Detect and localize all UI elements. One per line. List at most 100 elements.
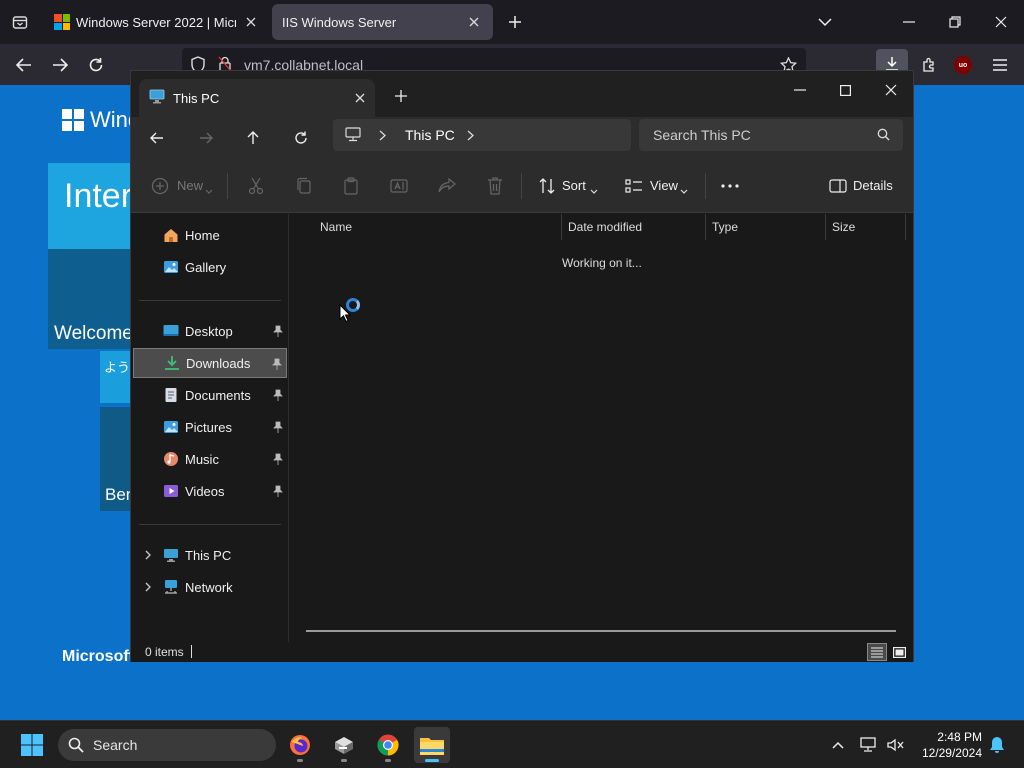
up-icon[interactable] bbox=[240, 125, 266, 151]
view-icon[interactable] bbox=[623, 175, 645, 197]
ublock-origin-icon[interactable]: uo bbox=[954, 56, 972, 74]
chevron-right-icon[interactable] bbox=[379, 129, 386, 144]
windows-start-icon bbox=[21, 734, 43, 756]
firefox-taskbar-button[interactable] bbox=[282, 727, 318, 763]
close-icon[interactable] bbox=[878, 77, 904, 103]
chevron-right-icon[interactable] bbox=[143, 549, 153, 561]
search-label: Search bbox=[93, 737, 138, 753]
sidebar-item-music[interactable]: Music bbox=[133, 444, 287, 474]
browser-tab-windows-server[interactable]: Windows Server 2022 | Microsoft bbox=[44, 4, 270, 40]
restore-icon[interactable] bbox=[943, 10, 967, 34]
column-header-date-modified[interactable]: Date modified bbox=[562, 214, 706, 240]
browser-tab-iis[interactable]: IIS Windows Server bbox=[272, 4, 493, 40]
sidebar-item-videos[interactable]: Videos bbox=[133, 476, 287, 506]
column-header-type[interactable]: Type bbox=[706, 214, 826, 240]
menu-icon[interactable] bbox=[987, 52, 1013, 78]
large-icons-view-icon[interactable] bbox=[889, 643, 909, 661]
taskbar: Search 2:48 PM 12/29/2024 bbox=[0, 720, 1024, 768]
search-input[interactable]: Search This PC bbox=[639, 119, 903, 151]
sidebar-item-label: Network bbox=[185, 579, 233, 595]
share-icon[interactable] bbox=[436, 175, 458, 197]
search-icon[interactable] bbox=[877, 128, 890, 144]
refresh-icon[interactable] bbox=[288, 125, 314, 151]
minimize-icon[interactable] bbox=[897, 10, 921, 34]
chrome-taskbar-button[interactable] bbox=[370, 727, 406, 763]
back-icon[interactable] bbox=[11, 52, 37, 78]
chevron-up-icon[interactable] bbox=[827, 734, 849, 756]
new-button[interactable]: New bbox=[177, 178, 203, 193]
close-icon[interactable] bbox=[989, 10, 1013, 34]
column-label: Date modified bbox=[568, 220, 643, 234]
separator bbox=[521, 173, 522, 199]
column-header-size[interactable]: Size bbox=[826, 214, 906, 240]
taskbar-search-box[interactable]: Search bbox=[58, 729, 276, 761]
chevron-right-icon[interactable] bbox=[467, 129, 474, 144]
reload-icon[interactable] bbox=[83, 52, 109, 78]
sidebar-item-gallery[interactable]: Gallery bbox=[133, 252, 287, 282]
volume-muted-icon[interactable] bbox=[884, 734, 906, 756]
close-tab-icon[interactable] bbox=[465, 13, 483, 31]
pictures-icon bbox=[163, 419, 179, 435]
breadcrumb[interactable]: This PC bbox=[405, 127, 455, 143]
tab-title: IIS Windows Server bbox=[282, 14, 397, 30]
monitor-icon bbox=[149, 89, 165, 107]
close-tab-icon[interactable] bbox=[242, 13, 260, 31]
server-manager-icon bbox=[335, 737, 353, 754]
file-list: Name Date modified Type Size Working on … bbox=[290, 214, 913, 642]
details-button[interactable]: Details bbox=[853, 178, 893, 193]
server-manager-taskbar-button[interactable] bbox=[326, 727, 362, 763]
horizontal-scrollbar[interactable] bbox=[306, 630, 896, 632]
extensions-icon[interactable] bbox=[916, 52, 942, 78]
sidebar-item-home[interactable]: Home bbox=[133, 220, 287, 250]
rename-icon[interactable] bbox=[388, 175, 410, 197]
pin-icon[interactable] bbox=[273, 389, 283, 401]
new-tab-button[interactable] bbox=[503, 10, 527, 34]
sidebar-item-desktop[interactable]: Desktop bbox=[133, 316, 287, 346]
chevron-right-icon[interactable] bbox=[143, 581, 153, 593]
chevron-down-icon bbox=[590, 182, 598, 197]
network-status-icon[interactable] bbox=[858, 734, 880, 756]
list-all-tabs-icon[interactable] bbox=[813, 10, 837, 34]
system-clock[interactable]: 2:48 PM 12/29/2024 bbox=[912, 729, 982, 761]
pin-icon[interactable] bbox=[273, 325, 283, 337]
pin-icon[interactable] bbox=[273, 485, 283, 497]
more-options-icon[interactable] bbox=[719, 175, 741, 197]
sidebar-item-pictures[interactable]: Pictures bbox=[133, 412, 287, 442]
details-view-icon[interactable] bbox=[867, 643, 887, 661]
view-button[interactable]: View bbox=[650, 178, 678, 193]
explorer-tab-this-pc[interactable]: This PC bbox=[139, 79, 375, 117]
sidebar-item-network[interactable]: Network bbox=[133, 572, 287, 602]
running-indicator bbox=[385, 759, 391, 762]
close-tab-icon[interactable] bbox=[355, 91, 365, 106]
pin-icon[interactable] bbox=[273, 421, 283, 433]
new-icon[interactable] bbox=[149, 175, 171, 197]
paste-icon[interactable] bbox=[340, 175, 362, 197]
forward-icon[interactable] bbox=[193, 125, 219, 151]
sidebar-item-label: Gallery bbox=[185, 259, 227, 275]
notification-bell-icon[interactable] bbox=[986, 734, 1008, 756]
address-bar[interactable]: This PC bbox=[333, 119, 631, 151]
maximize-icon[interactable] bbox=[832, 77, 858, 103]
sort-button[interactable]: Sort bbox=[562, 178, 586, 193]
delete-icon[interactable] bbox=[484, 175, 506, 197]
sidebar-item-this-pc[interactable]: This PC bbox=[133, 540, 287, 570]
column-header-name[interactable]: Name bbox=[314, 214, 562, 240]
minimize-icon[interactable] bbox=[787, 77, 813, 103]
pin-icon[interactable] bbox=[273, 453, 283, 465]
back-icon[interactable] bbox=[144, 125, 170, 151]
separator bbox=[705, 173, 706, 199]
sidebar-item-documents[interactable]: Documents bbox=[133, 380, 287, 410]
sidebar-item-downloads[interactable]: Downloads bbox=[133, 348, 287, 378]
sort-icon[interactable] bbox=[536, 175, 558, 197]
chrome-icon bbox=[377, 734, 399, 756]
cut-icon[interactable] bbox=[245, 175, 267, 197]
tab-list-icon[interactable] bbox=[8, 10, 32, 34]
forward-icon[interactable] bbox=[47, 52, 73, 78]
start-button[interactable] bbox=[14, 727, 50, 763]
pin-icon[interactable] bbox=[272, 358, 282, 370]
copy-icon[interactable] bbox=[293, 175, 315, 197]
file-explorer-taskbar-button[interactable] bbox=[414, 727, 450, 763]
new-tab-icon[interactable] bbox=[388, 83, 414, 109]
details-pane-icon[interactable] bbox=[827, 175, 849, 197]
tile-internet: Inter bbox=[48, 163, 138, 249]
